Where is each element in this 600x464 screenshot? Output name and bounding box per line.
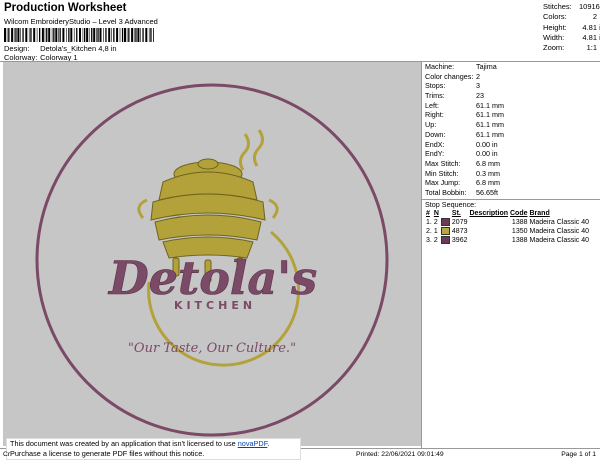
novapdf-link[interactable]: novaPDF (238, 439, 268, 448)
machine-row: Stops: 3 (425, 81, 480, 91)
design-label: Design: (4, 44, 30, 53)
machine-panel: Machine: Tajima Color changes: 2 Stops: 3 Trim… (422, 62, 600, 245)
footer-left: Cr (3, 451, 11, 458)
machine-row: Left: 61.1 mm (425, 100, 504, 110)
stop-sequence-table: # N St. Description Code Brand 1. 2 2079 13… (426, 210, 590, 245)
machine-row: Max Stitch: 6.8 mm (425, 158, 500, 168)
machine-row: Down: 61.1 mm (425, 129, 504, 139)
steam-icon (238, 133, 250, 171)
printed-timestamp: Printed: 22/06/2021 09:01:49 (356, 451, 444, 458)
tagline: "Our Taste, Our Culture." (128, 341, 296, 356)
machine-row: EndX: 0.00 in (425, 139, 498, 149)
page-number: Page 1 of 1 (561, 451, 596, 458)
machine-row: Max Jump: 6.8 mm (425, 178, 500, 188)
color-swatch (440, 236, 450, 245)
design-row: Design: Detola's_Kitchen 4,8 in (4, 44, 117, 53)
page-title: Production Worksheet (4, 2, 127, 14)
machine-row: Trims: 23 (425, 91, 484, 101)
machine-row: EndY: 0.00 in (425, 149, 498, 159)
sequence-row: 3. 2 3962 1388 Madeira Classic 40 (426, 236, 590, 245)
design-preview: Detola's KITCHEN "Our Taste, Our Culture… (3, 62, 421, 446)
sequence-row: 1. 2 2079 1388 Madeira Classic 40 (426, 218, 590, 227)
brand-script: Detola's (107, 251, 317, 305)
license-notice: This document was created by an applicat… (6, 438, 301, 460)
software-name: Wilcom EmbroideryStudio – Level 3 Advanc… (4, 17, 158, 26)
color-swatch (440, 218, 450, 227)
machine-row: Right: 61.1 mm (425, 110, 504, 120)
machine-row: Machine: Tajima (425, 62, 497, 71)
design-value: Detola's_Kitchen 4,8 in (40, 44, 117, 53)
embroidery-artwork: Detola's KITCHEN "Our Taste, Our Culture… (35, 83, 389, 437)
machine-row: Min Stitch: 0.3 mm (425, 168, 500, 178)
machine-row: Up: 61.1 mm (425, 120, 504, 130)
stat-zoom: Zoom: 1:1 (543, 43, 597, 53)
stat-height: Height:4.81 in (543, 22, 600, 32)
color-swatch (440, 227, 450, 236)
machine-row: Color changes: 2 (425, 71, 480, 81)
stop-sequence-title: Stop Sequence: (425, 199, 477, 209)
brand-subtitle: KITCHEN (174, 299, 256, 312)
stat-width: Width:4.81 in (543, 32, 600, 42)
machine-row: Total Bobbin: 56.65ft (425, 187, 498, 197)
stats-panel: Stitches:10916 Colors:2 Height:4.81 in W… (543, 2, 600, 53)
stat-stitches: Stitches: 10916 (543, 2, 600, 11)
barcode (4, 28, 154, 42)
sequence-row: 2. 1 4873 1350 Madeira Classic 40 (426, 227, 590, 236)
stat-colors: Colors: 2 (543, 12, 597, 22)
